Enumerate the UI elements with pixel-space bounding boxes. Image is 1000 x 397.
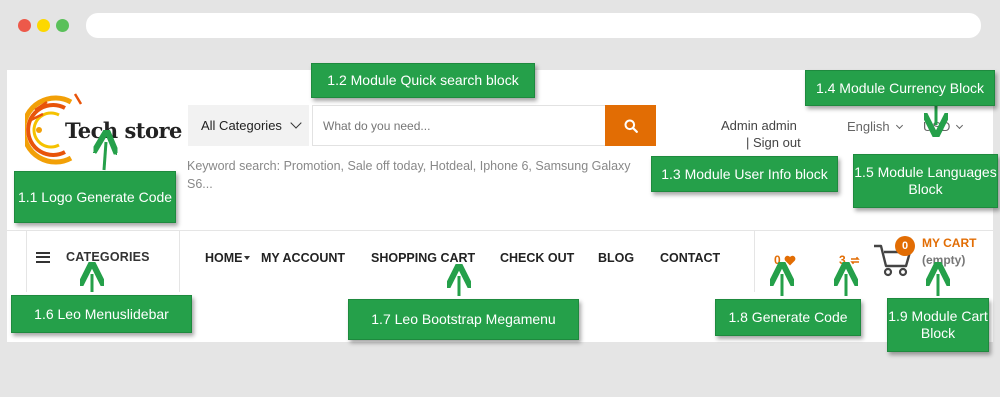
annotation-cart: 1.9 Module Cart Block (887, 298, 989, 352)
menu-item-contact[interactable]: CONTACT (660, 251, 720, 265)
maximize-window-dot[interactable] (56, 19, 69, 32)
annotation-currency: 1.4 Module Currency Block (805, 70, 995, 106)
close-window-dot[interactable] (18, 19, 31, 32)
search-button[interactable] (605, 105, 656, 146)
wishlist-link[interactable]: 0 (774, 253, 796, 267)
annotation-search: 1.2 Module Quick search block (311, 63, 535, 98)
menu-item-check-out[interactable]: CHECK OUT (500, 251, 574, 265)
menu-item-my-account[interactable]: MY ACCOUNT (261, 251, 345, 265)
menu-item-home[interactable]: HOME (205, 251, 250, 265)
category-select-label: All Categories (201, 118, 282, 133)
currency-selector[interactable]: USD (923, 119, 964, 134)
categories-menu-toggle[interactable]: CATEGORIES (36, 250, 150, 264)
annotation-menuslidebar: 1.6 Leo Menuslidebar (11, 295, 192, 333)
nav-divider-vertical (754, 230, 755, 292)
heart-icon (784, 255, 796, 265)
compare-link[interactable]: 3 (839, 253, 861, 267)
language-label: English (847, 119, 890, 134)
search-icon (624, 119, 638, 133)
annotation-generate-code: 1.8 Generate Code (715, 299, 861, 336)
keyword-search-text: Keyword search: Promotion, Sale off toda… (187, 159, 631, 191)
chevron-down-icon (895, 121, 903, 130)
sign-out-link[interactable]: | Sign out (746, 135, 801, 150)
chevron-down-icon (290, 117, 302, 129)
caret-down-icon (243, 256, 250, 260)
browser-chrome (0, 0, 1000, 50)
refresh-icon (849, 256, 860, 264)
minimize-window-dot[interactable] (37, 19, 50, 32)
menu-item-blog[interactable]: BLOG (598, 251, 634, 265)
address-bar[interactable] (86, 13, 981, 38)
compare-count: 3 (839, 253, 846, 267)
nav-divider-vertical (179, 230, 180, 292)
menu-item-label: HOME (205, 251, 243, 265)
user-name-link[interactable]: Admin admin (721, 118, 797, 133)
nav-left-divider (26, 230, 27, 292)
chevron-down-icon (956, 121, 964, 130)
logo-text: Tech store (65, 118, 182, 143)
language-selector[interactable]: English (847, 119, 903, 134)
nav-divider (7, 230, 993, 231)
cart-status: (empty) (922, 253, 966, 267)
currency-label: USD (923, 119, 951, 134)
menu-item-shopping-cart[interactable]: SHOPPING CART (371, 251, 475, 265)
annotation-user-info: 1.3 Module User Info block (651, 156, 838, 192)
categories-label: CATEGORIES (66, 250, 150, 264)
store-logo[interactable]: Tech store (25, 90, 182, 170)
annotation-megamenu: 1.7 Leo Bootstrap Megamenu (348, 299, 579, 340)
annotation-logo: 1.1 Logo Generate Code (14, 171, 176, 223)
cart-count-badge: 0 (895, 236, 915, 256)
my-cart-link[interactable]: MY CART (922, 236, 976, 250)
hamburger-icon (36, 251, 50, 263)
category-select[interactable]: All Categories (188, 105, 309, 146)
annotation-languages: 1.5 Module Languages Block (853, 154, 998, 208)
wishlist-count: 0 (774, 253, 781, 267)
search-input[interactable] (312, 105, 606, 146)
